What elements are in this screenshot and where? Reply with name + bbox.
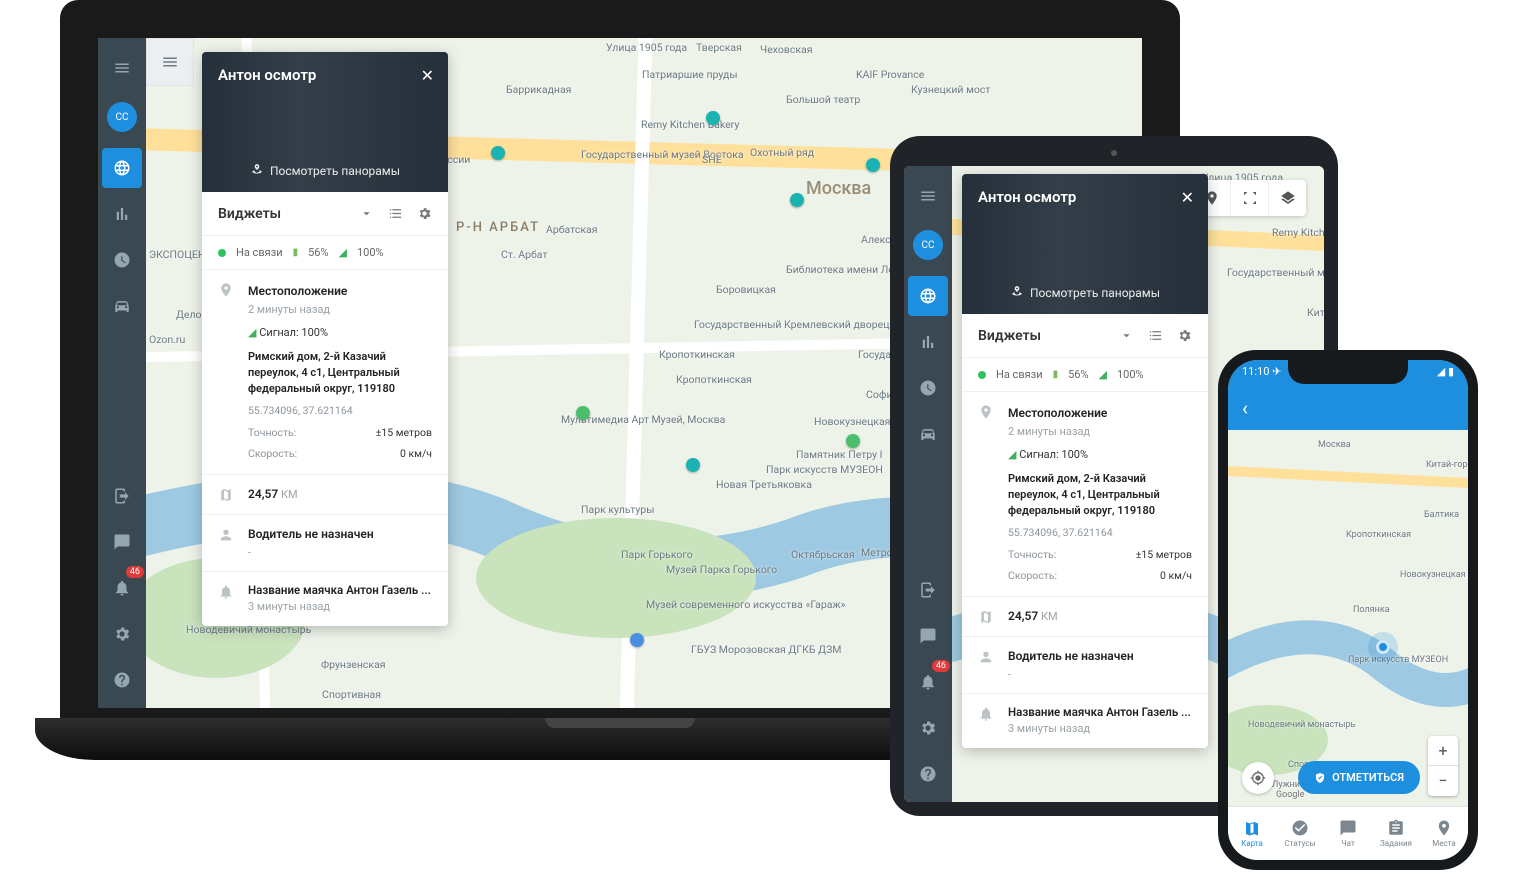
nav-item-места[interactable]: Места — [1420, 807, 1468, 860]
driver-title: Водитель не назначен — [248, 525, 432, 543]
sidebar-toggle-icon[interactable] — [908, 176, 948, 216]
phone-screen: 11:10 ✈ ◢ ▮ ‹ МоскваКитай-городКропоткин… — [1228, 360, 1468, 860]
sidebar-item-reports[interactable] — [908, 322, 948, 362]
location-section: Местоположение 2 минуты назад ◢ Сигнал: … — [202, 270, 448, 475]
alert-ago: 3 минуты назад — [248, 599, 432, 616]
status-label: На связи — [236, 246, 283, 259]
alert-section: Название маячка Антон Газель ... 3 минут… — [202, 572, 448, 626]
panorama-button[interactable]: Посмотреть панорамы — [962, 285, 1208, 300]
clock-text: 11:10 ✈ — [1242, 365, 1281, 378]
close-icon[interactable]: ✕ — [421, 66, 434, 85]
phone-bottom-nav: КартаСтатусыЧатЗаданияМеста — [1228, 806, 1468, 860]
zoom-control: + − — [1428, 736, 1458, 796]
distance-value: 24,57 — [248, 487, 278, 501]
sidebar-item-map[interactable] — [102, 148, 142, 188]
sidebar-item-fleet[interactable] — [908, 414, 948, 454]
chevron-down-icon[interactable] — [359, 206, 374, 221]
list-icon[interactable] — [388, 206, 403, 221]
card-header: Антон осмотр ✕ Посмотреть панорамы — [202, 52, 448, 192]
speed-label: Скорость: — [248, 446, 297, 462]
user-avatar[interactable]: CC — [107, 102, 137, 132]
bounds-icon[interactable] — [1230, 180, 1268, 216]
sidebar-item-chat[interactable] — [908, 616, 948, 656]
current-location-dot — [1376, 640, 1390, 654]
sidebar-item-alerts[interactable]: 46 — [908, 662, 948, 702]
alert-title: Название маячка Антон Газель ... — [248, 582, 432, 599]
zoom-in-button[interactable]: + — [1428, 736, 1458, 766]
sidebar-item-history[interactable] — [102, 240, 142, 280]
sidebar-item-settings[interactable] — [908, 708, 948, 748]
signal-icon: ◢ — [339, 246, 347, 259]
tracker-card: Антон осмотр ✕ Посмотреть панорамы Видже… — [962, 174, 1208, 748]
sidebar-item-logout[interactable] — [908, 570, 948, 610]
phone-device: 11:10 ✈ ◢ ▮ ‹ МоскваКитай-городКропоткин… — [1218, 350, 1478, 870]
sidebar-item-history[interactable] — [908, 368, 948, 408]
nav-item-карта[interactable]: Карта — [1228, 807, 1276, 860]
speed-value: 0 км/ч — [400, 446, 432, 462]
layers-icon[interactable] — [1268, 180, 1306, 216]
sidebar-item-fleet[interactable] — [102, 286, 142, 326]
battery-icon: ▮ — [293, 247, 299, 258]
user-avatar[interactable]: CC — [913, 230, 943, 260]
battery-value: 56% — [308, 246, 328, 259]
panorama-button[interactable]: Посмотреть панорамы — [202, 163, 448, 178]
status-icons: ◢ ▮ — [1437, 365, 1454, 378]
sidebar-item-help[interactable] — [102, 660, 142, 700]
zoom-out-button[interactable]: − — [1428, 766, 1458, 796]
pin-icon — [218, 282, 234, 304]
list-icon[interactable] — [1148, 328, 1163, 343]
tracker-title: Антон осмотр — [218, 66, 432, 84]
sidebar-item-logout[interactable] — [102, 476, 142, 516]
widgets-title: Виджеты — [218, 206, 281, 222]
location-signal: ◢ Сигнал: 100% — [248, 325, 432, 342]
nav-item-статусы[interactable]: Статусы — [1276, 807, 1324, 860]
sidebar: CC 46 — [904, 166, 952, 802]
distance-unit: КМ — [281, 488, 298, 501]
back-icon[interactable]: ‹ — [1242, 396, 1248, 420]
route-icon — [218, 487, 234, 509]
widgets-title: Виджеты — [978, 328, 1041, 344]
sidebar-item-settings[interactable] — [102, 614, 142, 654]
tracker-card: Антон осмотр ✕ Посмотреть панорамы Видже… — [202, 52, 448, 626]
tracker-title: Антон осмотр — [978, 188, 1192, 206]
user-icon — [218, 527, 234, 549]
sidebar-item-alerts[interactable]: 46 — [102, 568, 142, 608]
nav-item-чат[interactable]: Чат — [1324, 807, 1372, 860]
bell-icon — [218, 584, 234, 606]
check-in-button[interactable]: ОТМЕТИТЬСЯ — [1298, 761, 1420, 794]
alerts-badge: 46 — [126, 566, 144, 578]
location-coords: 55.734096, 37.621164 — [248, 403, 432, 419]
widgets-header: Виджеты — [202, 192, 448, 236]
driver-value: - — [248, 545, 432, 562]
sidebar-item-help[interactable] — [908, 754, 948, 794]
nav-item-задания[interactable]: Задания — [1372, 807, 1420, 860]
location-title: Местоположение — [248, 282, 432, 300]
distance-section: 24,57 КМ — [202, 475, 448, 515]
sidebar-item-chat[interactable] — [102, 522, 142, 562]
sidebar-toggle-icon[interactable] — [102, 48, 142, 88]
location-ago: 2 минуты назад — [248, 302, 432, 319]
sidebar-item-reports[interactable] — [102, 194, 142, 234]
chevron-down-icon[interactable] — [1119, 328, 1134, 343]
sidebar: CC 46 — [98, 38, 146, 708]
locate-button[interactable] — [1242, 762, 1274, 794]
google-logo: Google — [1276, 790, 1304, 800]
gear-icon[interactable] — [1177, 328, 1192, 343]
status-row: На связи ▮ 56% ◢ 100% — [202, 236, 448, 270]
accuracy-value: ±15 метров — [376, 425, 432, 441]
close-icon[interactable]: ✕ — [1181, 188, 1194, 207]
driver-section: Водитель не назначен - — [202, 515, 448, 573]
gear-icon[interactable] — [417, 206, 432, 221]
accuracy-label: Точность: — [248, 425, 296, 441]
location-address: Римский дом, 2-й Казачий переулок, 4 с1,… — [248, 349, 432, 397]
signal-value: 100% — [357, 246, 384, 259]
sidebar-item-map[interactable] — [908, 276, 948, 316]
phone-status-bar: 11:10 ✈ ◢ ▮ — [1242, 365, 1454, 378]
online-dot-icon — [218, 249, 226, 257]
sidebar-collapse-icon[interactable] — [146, 38, 194, 86]
